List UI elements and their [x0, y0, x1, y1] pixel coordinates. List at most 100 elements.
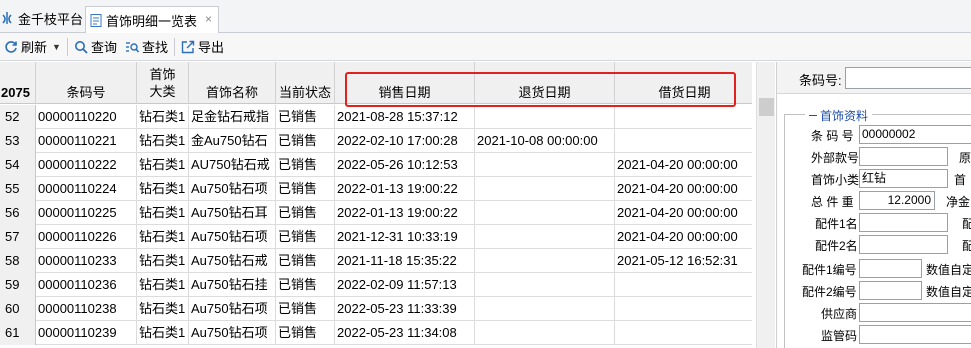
cell-name[interactable]: Au750钻石耳	[189, 201, 276, 225]
row-number[interactable]: 61	[0, 321, 36, 345]
row-number[interactable]: 55	[0, 177, 36, 201]
cell-status[interactable]: 已销售	[276, 297, 335, 321]
table-row[interactable]: 61 00000110239 钻石类1 Au750钻石项 已销售 2022-05-23 1…	[0, 321, 752, 345]
cell-return-date[interactable]	[475, 201, 615, 225]
cell-category[interactable]: 钻石类1	[137, 105, 189, 129]
cell-sale-date[interactable]: 2022-05-23 11:34:08	[335, 321, 475, 345]
cell-borrow-date[interactable]: 2021-05-12 16:52:31	[615, 249, 752, 273]
cell-status[interactable]: 已销售	[276, 153, 335, 177]
cell-borrow-date[interactable]	[615, 273, 752, 297]
cell-name[interactable]: Au750钻石项	[189, 225, 276, 249]
column-header-return-date[interactable]: 退货日期	[475, 62, 615, 104]
find-button[interactable]: 查找	[121, 36, 172, 58]
cell-category[interactable]: 钻石类1	[137, 225, 189, 249]
table-row[interactable]: 55 00000110224 钻石类1 Au750钻石项 已销售 2022-01-13 1…	[0, 177, 752, 201]
export-button[interactable]: 导出	[177, 36, 228, 58]
tab-jewelry-detail[interactable]: 首饰明细一览表 ×	[85, 6, 219, 33]
column-header-status[interactable]: 当前状态	[276, 62, 335, 104]
cell-category[interactable]: 钻石类1	[137, 297, 189, 321]
cell-sale-date[interactable]: 2022-05-23 11:33:39	[335, 297, 475, 321]
close-icon[interactable]: ×	[205, 13, 212, 25]
cell-borrow-date[interactable]: 2021-04-20 00:00:00	[615, 153, 752, 177]
vertical-scrollbar[interactable]	[756, 62, 775, 348]
column-header-barcode[interactable]: 条码号	[36, 62, 137, 104]
table-row[interactable]: 56 00000110225 钻石类1 Au750钻石耳 已销售 2022-01-13 1…	[0, 201, 752, 225]
cell-barcode[interactable]: 00000110239	[36, 321, 137, 345]
cell-barcode[interactable]: 00000110238	[36, 297, 137, 321]
scrollbar-thumb[interactable]	[759, 98, 774, 116]
cell-borrow-date[interactable]: 2021-04-20 00:00:00	[615, 177, 752, 201]
cell-return-date[interactable]	[475, 105, 615, 129]
cell-borrow-date[interactable]	[615, 297, 752, 321]
cell-return-date[interactable]	[475, 321, 615, 345]
cell-barcode[interactable]: 00000110236	[36, 273, 137, 297]
supplier-field[interactable]	[859, 303, 971, 322]
cell-name[interactable]: Au750钻石挂	[189, 273, 276, 297]
cell-status[interactable]: 已销售	[276, 249, 335, 273]
cell-return-date[interactable]	[475, 177, 615, 201]
cell-barcode[interactable]: 00000110233	[36, 249, 137, 273]
row-number[interactable]: 54	[0, 153, 36, 177]
cell-barcode[interactable]: 00000110224	[36, 177, 137, 201]
cell-name[interactable]: AU750钻石戒	[189, 153, 276, 177]
column-header-name[interactable]: 首饰名称	[189, 62, 276, 104]
app-title[interactable]: 金千枝平台	[0, 9, 83, 27]
supervision-code-field[interactable]	[859, 325, 971, 344]
cell-return-date[interactable]	[475, 225, 615, 249]
cell-category[interactable]: 钻石类1	[137, 177, 189, 201]
cell-sale-date[interactable]: 2021-11-18 15:35:22	[335, 249, 475, 273]
row-number[interactable]: 58	[0, 249, 36, 273]
cell-name[interactable]: Au750钻石戒	[189, 249, 276, 273]
cell-borrow-date[interactable]	[615, 105, 752, 129]
row-number[interactable]: 59	[0, 273, 36, 297]
cell-sale-date[interactable]: 2022-02-09 11:57:13	[335, 273, 475, 297]
cell-return-date[interactable]	[475, 249, 615, 273]
cell-status[interactable]: 已销售	[276, 321, 335, 345]
cell-name[interactable]: Au750钻石项	[189, 177, 276, 201]
cell-borrow-date[interactable]: 2021-04-20 00:00:00	[615, 201, 752, 225]
table-row[interactable]: 59 00000110236 钻石类1 Au750钻石挂 已销售 2022-02-09 1…	[0, 273, 752, 297]
row-number[interactable]: 56	[0, 201, 36, 225]
cell-barcode[interactable]: 00000110226	[36, 225, 137, 249]
section-title[interactable]: 首饰资料	[805, 107, 873, 124]
table-row[interactable]: 58 00000110233 钻石类1 Au750钻石戒 已销售 2021-11-18 1…	[0, 249, 752, 273]
table-row[interactable]: 52 00000110220 钻石类1 足金钻石戒指 已销售 2021-08-28 15:…	[0, 105, 752, 129]
cell-name[interactable]: Au750钻石项	[189, 297, 276, 321]
external-code-field[interactable]	[859, 147, 948, 166]
cell-name[interactable]: 金Au750钻石	[189, 129, 276, 153]
cell-borrow-date[interactable]	[615, 321, 752, 345]
cell-sale-date[interactable]: 2022-01-13 19:00:22	[335, 201, 475, 225]
total-weight-field[interactable]: 12.2000	[859, 191, 935, 210]
table-row[interactable]: 53 00000110221 钻石类1 金Au750钻石 已销售 2022-02-10 1…	[0, 129, 752, 153]
cell-borrow-date[interactable]: 2021-04-20 00:00:00	[615, 225, 752, 249]
cell-return-date[interactable]	[475, 297, 615, 321]
cell-status[interactable]: 已销售	[276, 105, 335, 129]
chevron-down-icon[interactable]: ▼	[52, 42, 61, 52]
cell-category[interactable]: 钻石类1	[137, 249, 189, 273]
cell-sale-date[interactable]: 2022-02-10 17:00:28	[335, 129, 475, 153]
cell-name[interactable]: 足金钻石戒指	[189, 105, 276, 129]
row-number[interactable]: 53	[0, 129, 36, 153]
cell-barcode[interactable]: 00000110221	[36, 129, 137, 153]
cell-status[interactable]: 已销售	[276, 201, 335, 225]
cell-sale-date[interactable]: 2021-12-31 10:33:19	[335, 225, 475, 249]
column-header-sale-date[interactable]: 销售日期	[335, 62, 475, 104]
cell-barcode[interactable]: 00000110222	[36, 153, 137, 177]
barcode-field[interactable]: 00000002	[859, 125, 971, 144]
cell-barcode[interactable]: 00000110225	[36, 201, 137, 225]
cell-borrow-date[interactable]	[615, 129, 752, 153]
cell-status[interactable]: 已销售	[276, 129, 335, 153]
part2-number-field[interactable]	[859, 281, 922, 300]
table-row[interactable]: 54 00000110222 钻石类1 AU750钻石戒 已销售 2022-05-26 1…	[0, 153, 752, 177]
cell-return-date[interactable]	[475, 273, 615, 297]
row-number[interactable]: 57	[0, 225, 36, 249]
subtype-field[interactable]: 红钻	[859, 169, 948, 188]
cell-sale-date[interactable]: 2022-05-26 10:12:53	[335, 153, 475, 177]
column-header-borrow-date[interactable]: 借货日期	[615, 62, 752, 104]
cell-return-date[interactable]	[475, 153, 615, 177]
cell-status[interactable]: 已销售	[276, 225, 335, 249]
barcode-search-input[interactable]	[845, 67, 971, 89]
part2-name-field[interactable]	[859, 235, 948, 254]
cell-return-date[interactable]: 2021-10-08 00:00:00	[475, 129, 615, 153]
cell-category[interactable]: 钻石类1	[137, 129, 189, 153]
